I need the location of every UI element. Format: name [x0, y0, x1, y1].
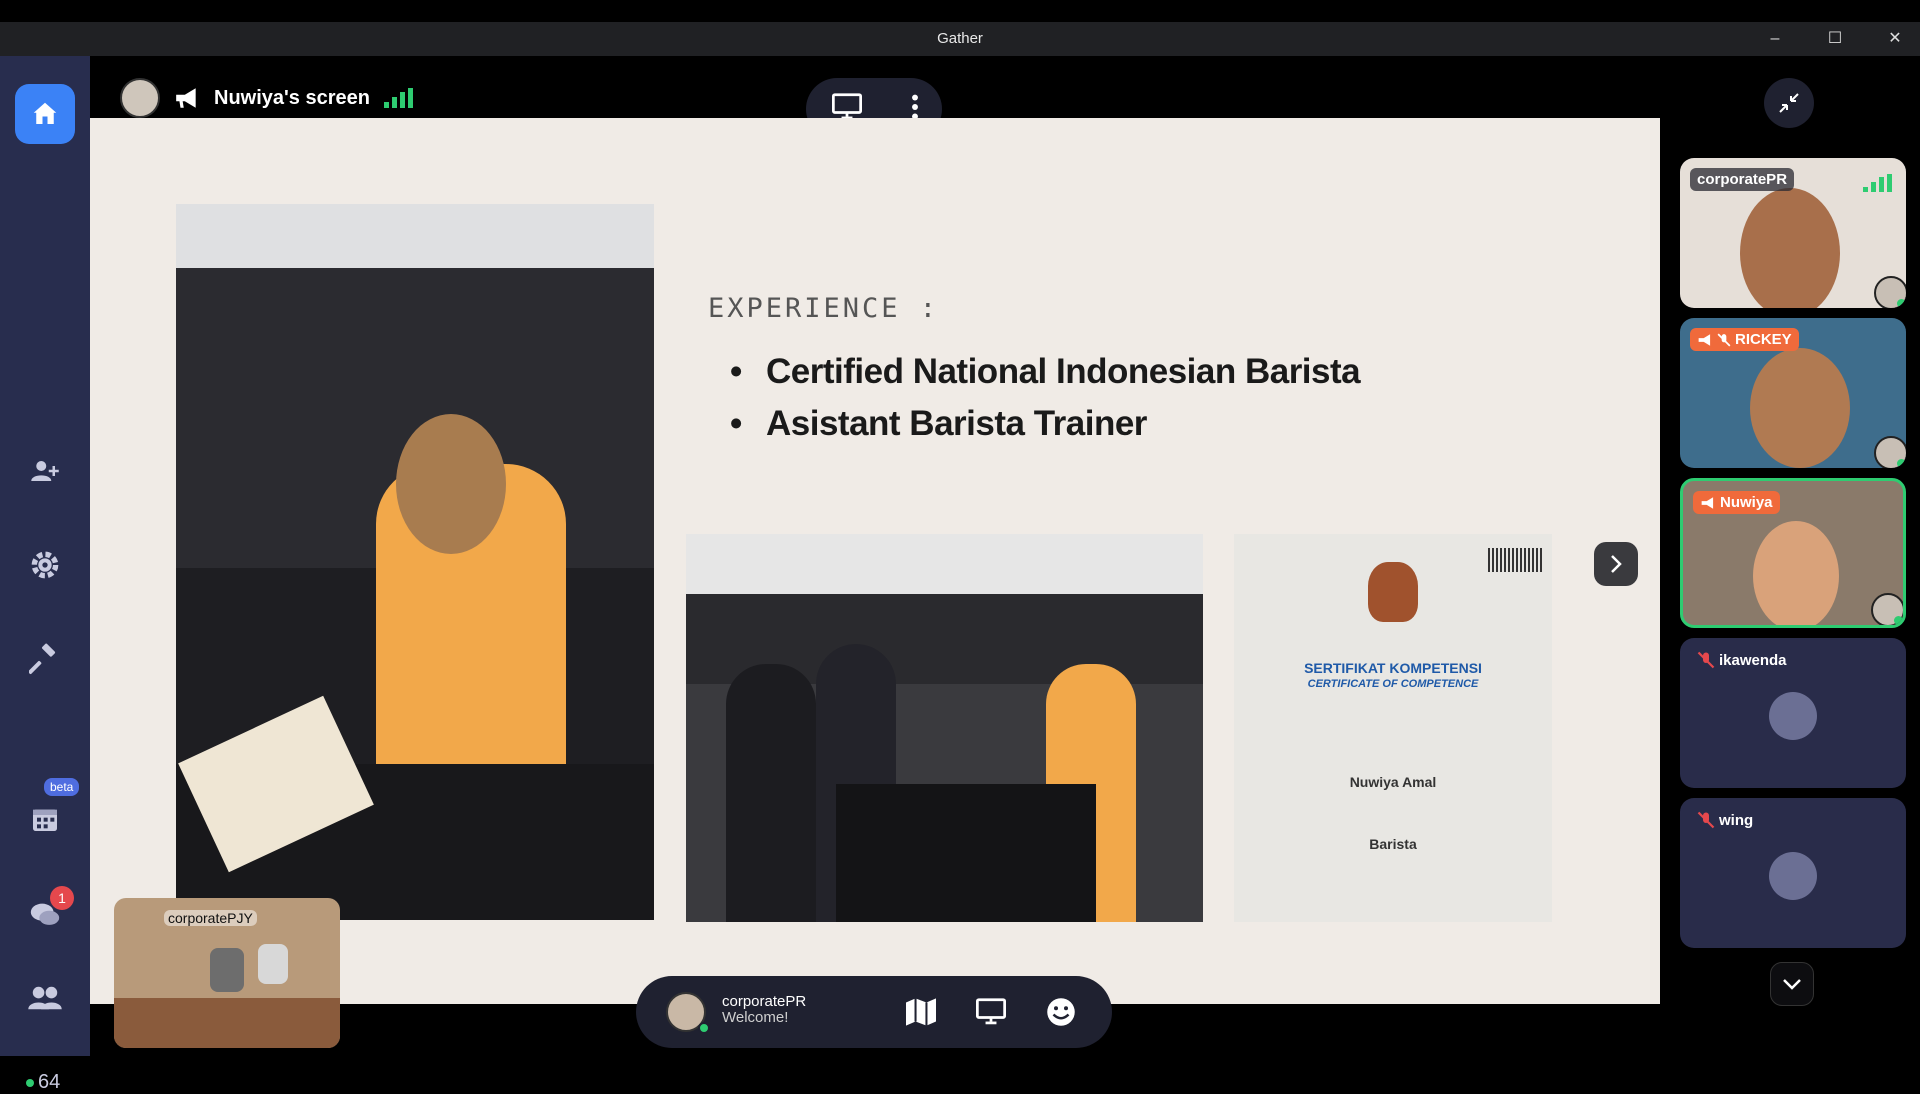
maximize-button[interactable]: ☐: [1820, 28, 1850, 50]
participant-name-text: ikawenda: [1719, 651, 1787, 669]
settings-button[interactable]: [22, 542, 68, 588]
hammer-icon: [29, 643, 56, 674]
bottom-bar: corporatePR Welcome!: [636, 976, 1112, 1048]
people-icon: [28, 986, 62, 1010]
minimap-floor: [114, 998, 340, 1048]
participant-name-text: wing: [1719, 811, 1754, 829]
participant-name-text: RICKEY: [1735, 331, 1792, 348]
avatar: [120, 78, 160, 118]
participant-tile[interactable]: corporatePR: [1680, 158, 1906, 308]
screen-share-header: Nuwiya's screen: [120, 78, 413, 118]
online-count-value: 64: [38, 1071, 61, 1093]
participant-tile[interactable]: wing: [1680, 798, 1906, 948]
minimize-screen-button[interactable]: [1764, 78, 1814, 128]
next-slide-button[interactable]: [1594, 542, 1638, 586]
barcode: [1488, 548, 1544, 572]
experience-list: Certified National Indonesian Barista As…: [730, 346, 1361, 450]
participant-name: corporatePR: [1690, 168, 1795, 191]
map-button[interactable]: [904, 996, 938, 1028]
megaphone-icon: [176, 88, 196, 108]
chevron-right-icon: [1611, 555, 1622, 573]
participant-name: Nuwiya: [1693, 491, 1780, 514]
collapse-icon: [1779, 93, 1799, 113]
signal-strength-icon: [383, 88, 413, 108]
participant-tile[interactable]: ikawenda: [1680, 638, 1906, 788]
participant-tile[interactable]: RICKEY: [1680, 318, 1906, 468]
chevron-down-icon: [1783, 979, 1801, 990]
user-name: corporatePR: [722, 993, 807, 1010]
muted-mic-icon: [1717, 333, 1731, 346]
muted-mic-icon: [1697, 811, 1715, 829]
avatar: [1769, 852, 1817, 900]
chat-unread-badge: 1: [50, 886, 74, 910]
avatar: [1874, 276, 1906, 308]
online-status-dot: [698, 1022, 710, 1034]
avatar: [1874, 436, 1906, 468]
share-screen-button[interactable]: [974, 996, 1008, 1028]
garuda-emblem: [1368, 562, 1418, 622]
avatar: [1871, 593, 1903, 625]
window-titlebar: Gather – ☐ ✕: [0, 22, 1920, 56]
online-count: 64: [26, 1071, 60, 1094]
minimap-player-label: corporatePJY: [164, 910, 257, 926]
player-avatar: [210, 948, 244, 992]
team-photo: [686, 534, 1203, 922]
map-icon: [906, 998, 936, 1026]
more-vertical-icon: [911, 94, 918, 119]
participant-name-text: corporatePR: [1697, 171, 1788, 188]
monitor-icon: [831, 92, 862, 119]
certificate-subtitle: CERTIFICATE OF COMPETENCE: [1307, 678, 1479, 690]
minimap[interactable]: corporatePJY: [114, 898, 340, 1048]
player-avatar: [258, 944, 288, 984]
emote-button[interactable]: [1044, 996, 1078, 1028]
list-item: Certified National Indonesian Barista: [730, 346, 1361, 398]
avatar: [1769, 692, 1817, 740]
home-button[interactable]: [15, 84, 75, 144]
close-button[interactable]: ✕: [1880, 28, 1910, 50]
monitor-icon: [976, 998, 1006, 1025]
build-button[interactable]: [22, 636, 68, 682]
certificate-role: Barista: [1369, 836, 1417, 852]
user-info[interactable]: corporatePR Welcome!: [722, 994, 806, 1026]
calendar-icon: [33, 809, 57, 831]
user-status: Welcome!: [722, 1009, 789, 1026]
slide-heading: EXPERIENCE :: [708, 293, 940, 324]
shared-slide: EXPERIENCE : Certified National Indonesi…: [90, 118, 1660, 1004]
participant-name-text: Nuwiya: [1720, 494, 1773, 511]
certificate-title: SERTIFIKAT KOMPETENSI: [1304, 660, 1482, 676]
certificate-name: Nuwiya Amal: [1349, 774, 1437, 790]
window-title: Gather: [937, 30, 983, 47]
participant-video: [1750, 348, 1850, 468]
screen-owner-label: Nuwiya's screen: [214, 86, 370, 109]
beta-badge: beta: [44, 778, 80, 796]
minimize-button[interactable]: –: [1760, 28, 1790, 50]
participant-name: ikawenda: [1690, 648, 1794, 672]
participant-name: wing: [1690, 808, 1760, 832]
participants-button[interactable]: [22, 976, 68, 1022]
smiley-icon: [1047, 998, 1075, 1026]
invite-button[interactable]: [22, 448, 68, 494]
calendar-button[interactable]: [22, 796, 68, 842]
add-user-icon: [31, 461, 59, 481]
certificate-image: SERTIFIKAT KOMPETENSI CERTIFICATE OF COM…: [1234, 534, 1552, 922]
participant-video: [1753, 521, 1839, 625]
left-sidebar: beta 1 64: [0, 56, 90, 1093]
megaphone-icon: [1698, 333, 1711, 346]
scroll-participants-down-button[interactable]: [1770, 962, 1814, 1006]
participant-name: RICKEY: [1690, 328, 1799, 351]
muted-mic-icon: [1697, 651, 1715, 669]
list-item: Asistant Barista Trainer: [730, 398, 1360, 450]
participant-tile-active[interactable]: Nuwiya: [1680, 478, 1906, 628]
participant-video: [1740, 188, 1840, 308]
barista-photo: [176, 204, 654, 920]
signal-strength-icon: [1863, 172, 1892, 192]
megaphone-icon: [1701, 496, 1714, 509]
home-icon: [33, 102, 57, 124]
gear-icon: [31, 551, 59, 579]
